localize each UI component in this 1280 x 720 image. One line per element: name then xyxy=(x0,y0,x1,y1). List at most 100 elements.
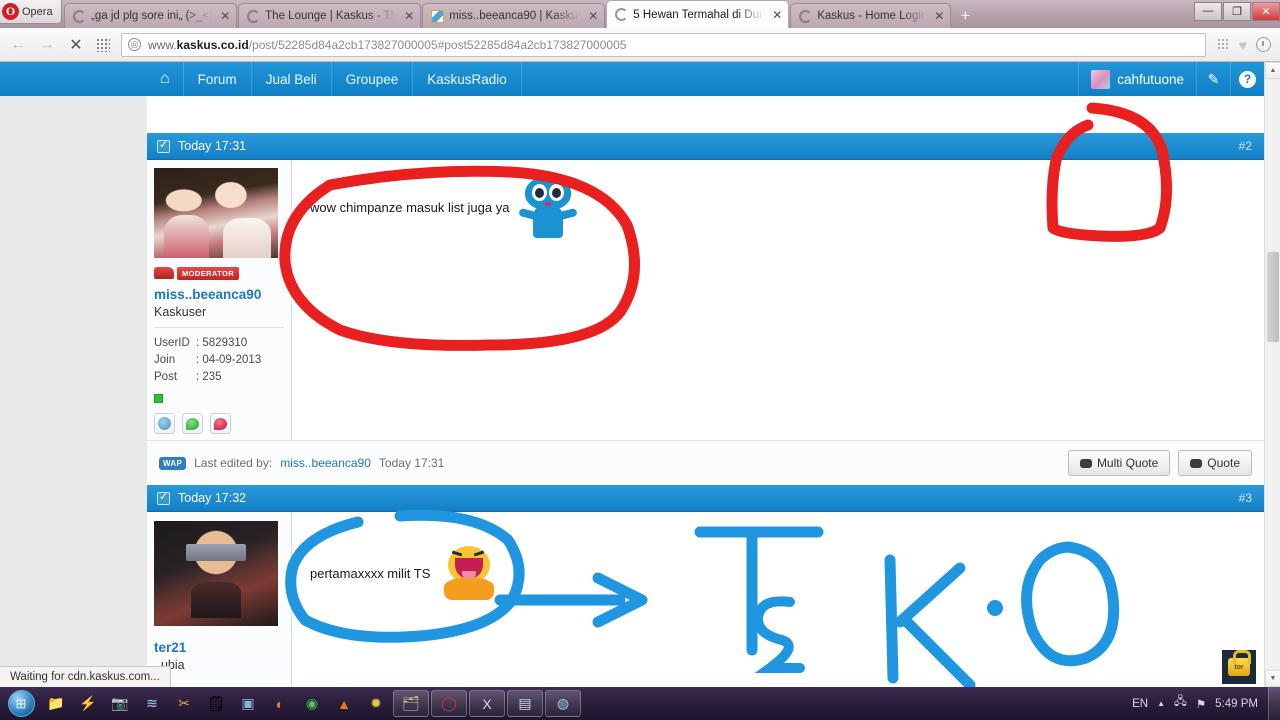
address-input[interactable]: ◎ www.kaskus.co.id/post/52285d84a2cb1738… xyxy=(121,32,1206,57)
stat-value: : 04-09-2013 xyxy=(196,354,262,366)
media-icon[interactable]: ▣ xyxy=(233,690,263,718)
chrome-icon[interactable]: ◉ xyxy=(297,690,327,718)
scissors-icon[interactable]: ✂ xyxy=(169,690,199,718)
edited-author-link[interactable]: miss..beeanca90 xyxy=(280,456,371,470)
extensions-grid-icon[interactable] xyxy=(1216,38,1230,51)
post-author-sidebar: ter21 ..ubia xyxy=(147,512,292,686)
post-message-text: wow chimpanze masuk list juga ya xyxy=(310,199,510,215)
post-header: Today 17:31 #2 xyxy=(147,133,1264,160)
bookmark-heart-icon[interactable]: ♥ xyxy=(1239,37,1247,53)
camera-icon[interactable]: 📷 xyxy=(105,690,135,718)
scrollbar-thumb[interactable] xyxy=(1267,252,1279,342)
firefox-icon[interactable]: ◐ xyxy=(265,690,295,718)
tab-close-icon[interactable]: ✕ xyxy=(932,9,944,23)
stop-icon[interactable]: ✕ xyxy=(67,35,85,55)
window-controls: — ❐ ✕ xyxy=(1193,0,1280,22)
show-hidden-icons-icon[interactable]: ▲ xyxy=(1157,699,1165,708)
nav-item-kaskusradio[interactable]: KaskusRadio xyxy=(413,62,522,96)
edited-time: Today 17:31 xyxy=(378,456,445,470)
vlc-icon[interactable]: ▲ xyxy=(329,690,359,718)
user-menu-button[interactable]: cahfutuone xyxy=(1078,62,1196,96)
app-window-icon[interactable]: ◍ xyxy=(545,690,581,717)
start-button[interactable]: ⊞ xyxy=(2,689,40,719)
navbar-left-spacer xyxy=(0,62,147,96)
tab-close-icon[interactable]: ✕ xyxy=(586,9,598,23)
post-text-row: pertamaxxxx milit TS xyxy=(310,546,1246,600)
nav-item-jual-beli[interactable]: Jual Beli xyxy=(252,62,332,96)
stat-key: Join xyxy=(154,354,176,366)
quote-label: Quote xyxy=(1207,456,1240,470)
network-icon[interactable]: 🖧 xyxy=(1174,694,1187,713)
notepad-icon[interactable]: 🗒 xyxy=(201,690,231,718)
checkbox-checked-icon[interactable] xyxy=(157,490,170,505)
opera-menu-button[interactable]: O Opera xyxy=(0,0,62,24)
browser-tab-4-active[interactable]: 5 Hewan Termahal di Dun... ✕ xyxy=(606,0,790,28)
opera-window-icon[interactable]: ◯ xyxy=(431,690,467,717)
tab-label: 5 Hewan Termahal di Dun... xyxy=(633,8,766,21)
add-reputation-icon[interactable] xyxy=(182,413,203,434)
opera-menu-label: Opera xyxy=(22,5,53,18)
browser-tab-5[interactable]: Kaskus - Home Login ✕ xyxy=(790,3,952,28)
help-button[interactable]: ? xyxy=(1230,62,1264,96)
stat-value: : 235 xyxy=(196,371,222,383)
feed-icon[interactable]: ≋ xyxy=(137,690,167,718)
speed-dial-icon[interactable] xyxy=(96,37,110,52)
checkbox-checked-icon[interactable] xyxy=(157,138,170,153)
post-timestamp: Today 17:31 xyxy=(178,139,247,153)
profile-icon[interactable] xyxy=(154,413,175,434)
explorer-window-icon[interactable]: 🗂 xyxy=(393,690,429,717)
author-name-link[interactable]: ter21 xyxy=(154,640,284,655)
browser-tab-1[interactable]: „ga jd plg sore ini„ (>_<) ✕ xyxy=(64,3,238,28)
history-clock-icon[interactable] xyxy=(1256,37,1271,52)
moderator-label: MODERATOR xyxy=(177,266,240,280)
report-icon[interactable] xyxy=(210,413,231,434)
tab-close-icon[interactable]: ✕ xyxy=(402,9,414,23)
multi-quote-button[interactable]: Multi Quote xyxy=(1067,450,1171,476)
post-actions: Multi Quote Quote xyxy=(1067,450,1252,476)
flag-warning-icon[interactable]: ⚑ xyxy=(1196,697,1206,711)
tab-label: Kaskus - Home Login xyxy=(817,10,928,22)
flash-icon[interactable]: ⚡ xyxy=(73,690,103,718)
post-content-row: MODERATOR miss..beeanca90 Kaskuser UserI… xyxy=(147,160,1264,440)
author-action-buttons xyxy=(154,403,284,434)
post-number-link[interactable]: #2 xyxy=(1239,139,1252,153)
nav-item-forum[interactable]: Forum xyxy=(184,62,252,96)
folder-icon[interactable]: 📁 xyxy=(41,690,71,718)
browser-tab-3[interactable]: miss..beeanca90 | Kaskus ✕ xyxy=(422,3,606,28)
clock[interactable]: 5:49 PM xyxy=(1215,698,1258,710)
close-button[interactable]: ✕ xyxy=(1252,1,1280,21)
browser-tab-2[interactable]: The Lounge | Kaskus - The... ✕ xyxy=(238,3,422,28)
tab-close-icon[interactable]: ✕ xyxy=(218,9,230,23)
forward-icon[interactable]: → xyxy=(38,36,56,54)
quote-button[interactable]: Quote xyxy=(1178,450,1252,476)
post-message-area: wow chimpanze masuk list juga ya xyxy=(292,160,1264,440)
nav-item-groupee[interactable]: Groupee xyxy=(332,62,414,96)
language-indicator[interactable]: EN xyxy=(1132,698,1148,710)
site-info-icon[interactable]: ◎ xyxy=(128,38,141,51)
author-name-link[interactable]: miss..beeanca90 xyxy=(154,287,284,302)
tor-lock-badge[interactable]: tor xyxy=(1222,650,1256,684)
post-author-sidebar: MODERATOR miss..beeanca90 Kaskuser UserI… xyxy=(147,160,292,440)
padlock-icon: tor xyxy=(1228,650,1251,676)
scroll-up-icon[interactable]: ▲ xyxy=(1265,62,1280,79)
page-scrollbar-vertical[interactable]: ▲ ▼ xyxy=(1264,62,1280,687)
nav-home-button[interactable]: ⌂ xyxy=(147,62,184,96)
reader-window-icon[interactable]: ▤ xyxy=(507,690,543,717)
post-number-link[interactable]: #3 xyxy=(1239,491,1252,505)
excel-window-icon[interactable]: X xyxy=(469,690,505,717)
windows-logo-icon: ⊞ xyxy=(7,690,35,717)
avatar[interactable] xyxy=(154,521,278,626)
compose-button[interactable]: ✎ xyxy=(1196,62,1230,96)
avatar[interactable] xyxy=(154,168,278,258)
yellow-app-icon[interactable]: ✹ xyxy=(361,690,391,718)
new-tab-button[interactable]: + xyxy=(952,7,978,28)
back-icon[interactable]: ← xyxy=(9,36,27,54)
loading-spinner-icon xyxy=(247,9,261,23)
minimize-button[interactable]: — xyxy=(1194,1,1222,21)
browser-toolbar: ← → ✕ ◎ www.kaskus.co.id/post/52285d84a2… xyxy=(0,28,1280,62)
tab-close-icon[interactable]: ✕ xyxy=(770,8,782,22)
maximize-button[interactable]: ❐ xyxy=(1223,1,1251,21)
scroll-down-icon[interactable]: ▼ xyxy=(1265,670,1280,687)
show-desktop-button[interactable] xyxy=(1268,687,1280,720)
wap-icon: WAP xyxy=(159,456,187,470)
